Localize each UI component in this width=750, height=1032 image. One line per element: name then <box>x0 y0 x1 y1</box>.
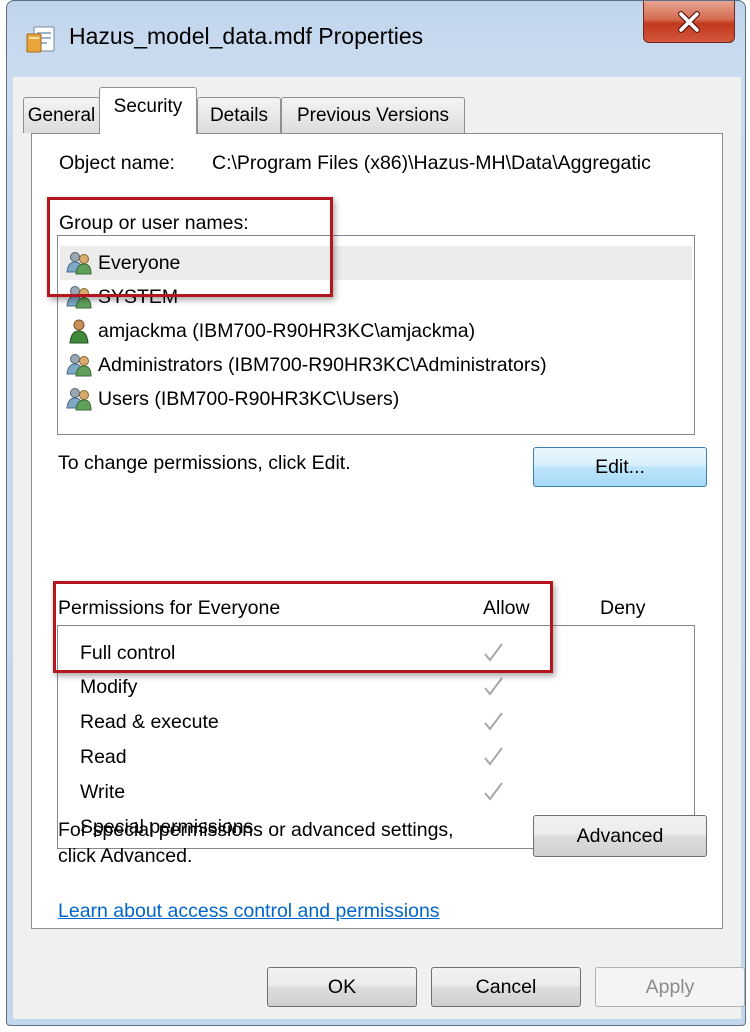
group-users-icon <box>66 252 92 275</box>
permission-name: Read <box>80 746 127 768</box>
permission-row-write: Write <box>58 777 694 811</box>
allow-check-icon <box>484 677 503 696</box>
learn-access-control-link[interactable]: Learn about access control and permissio… <box>58 900 440 923</box>
group-users-icon <box>66 354 92 377</box>
user-icon <box>69 319 89 344</box>
allow-check-icon <box>484 643 503 662</box>
permission-name: Read & execute <box>80 711 219 733</box>
advanced-button[interactable]: Advanced <box>533 815 707 857</box>
permission-name: Modify <box>80 676 138 698</box>
change-permissions-hint: To change permissions, click Edit. <box>58 452 351 474</box>
tab-previous-versions[interactable]: Previous Versions <box>281 97 465 133</box>
permission-row-read-execute: Read & execute <box>58 707 694 741</box>
object-name-label: Object name: <box>59 152 175 174</box>
advanced-hint-line-1: For special permissions or advanced sett… <box>58 819 454 841</box>
close-button[interactable] <box>643 1 735 43</box>
allow-column-header: Allow <box>483 597 530 619</box>
group-users-icon <box>66 286 92 309</box>
allow-check-icon <box>484 747 503 766</box>
user-name: Everyone <box>98 251 181 274</box>
permission-name: Full control <box>80 642 176 664</box>
list-item-users[interactable]: Users (IBM700-R90HR3KC\Users) <box>60 382 692 416</box>
cancel-button[interactable]: Cancel <box>431 967 581 1007</box>
title-bar[interactable]: Hazus_model_data.mdf Properties <box>7 1 745 77</box>
permission-row-modify: Modify <box>58 672 694 706</box>
file-properties-icon <box>26 26 55 53</box>
tab-details[interactable]: Details <box>197 97 281 133</box>
window-title: Hazus_model_data.mdf Properties <box>69 23 424 49</box>
group-users-icon <box>66 388 92 411</box>
allow-check-icon <box>484 712 503 731</box>
user-name: Administrators (IBM700-R90HR3KC\Administ… <box>98 353 547 376</box>
allow-check-icon <box>484 782 503 801</box>
close-icon <box>678 10 700 33</box>
list-item-administrators[interactable]: Administrators (IBM700-R90HR3KC\Administ… <box>60 348 692 382</box>
dialog-client-area: General Security Details Previous Versio… <box>13 77 745 1019</box>
list-item-amjackma[interactable]: amjackma (IBM700-R90HR3KC\amjackma) <box>60 314 692 348</box>
object-name-value: C:\Program Files (x86)\Hazus-MH\Data\Agg… <box>212 152 651 174</box>
user-name: Users (IBM700-R90HR3KC\Users) <box>98 387 400 410</box>
permission-row-read: Read <box>58 742 694 776</box>
tab-general[interactable]: General <box>23 97 100 133</box>
user-name: amjackma (IBM700-R90HR3KC\amjackma) <box>98 319 476 342</box>
permission-name: Write <box>80 781 126 803</box>
advanced-hint-line-2: click Advanced. <box>58 845 193 867</box>
list-item-everyone[interactable]: Everyone <box>60 246 692 280</box>
edit-button[interactable]: Edit... <box>533 447 707 487</box>
ok-button[interactable]: OK <box>267 967 417 1007</box>
permissions-header: Permissions for Everyone <box>58 597 281 619</box>
tab-strip: General Security Details Previous Versio… <box>21 85 721 134</box>
group-user-list[interactable]: Everyone SYSTEM amjackma (IBM700-R90HR3K… <box>57 235 695 435</box>
group-users-label: Group or user names: <box>59 212 249 234</box>
list-item-system[interactable]: SYSTEM <box>60 280 692 314</box>
permission-row-full-control: Full control <box>58 638 694 672</box>
properties-window: Hazus_model_data.mdf Properties General … <box>6 0 746 1026</box>
deny-column-header: Deny <box>600 597 646 619</box>
user-name: SYSTEM <box>98 285 179 308</box>
apply-button[interactable]: Apply <box>595 967 745 1007</box>
tab-security[interactable]: Security <box>99 87 197 134</box>
